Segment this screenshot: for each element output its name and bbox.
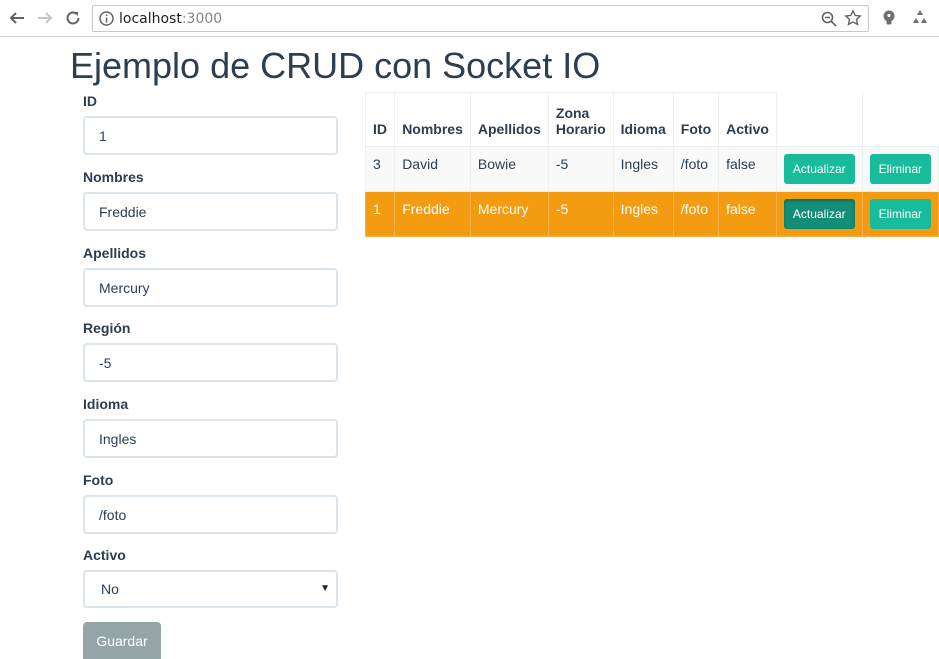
forward-button[interactable] — [33, 6, 57, 30]
guardar-button[interactable]: Guardar — [83, 622, 161, 659]
table-header-row: ID Nombres Apellidos Zona Horario Idioma… — [364, 92, 939, 147]
extension-recycle-icon[interactable] — [910, 8, 930, 28]
header-apellidos: Apellidos — [469, 92, 549, 147]
url-host: localhost — [119, 11, 182, 27]
id-label: ID — [83, 93, 97, 109]
back-arrow-icon — [9, 12, 24, 24]
dropdown-caret-icon: ▼ — [320, 583, 330, 594]
extension-bulb-icon[interactable] — [879, 8, 899, 28]
forward-arrow-icon — [38, 12, 53, 24]
cell-foto: /foto — [672, 191, 720, 237]
header-id: ID — [364, 92, 396, 147]
cell-activo: false — [718, 191, 777, 237]
cell-id: 3 — [364, 146, 396, 192]
bookmark-star-icon[interactable] — [844, 9, 862, 27]
reload-button[interactable] — [61, 6, 85, 30]
activo-label: Activo — [83, 547, 126, 563]
id-field[interactable]: 1 — [83, 116, 338, 155]
address-bar[interactable]: localhost:3000 — [92, 5, 869, 32]
header-idioma: Idioma — [612, 92, 674, 147]
cell-foto: /foto — [672, 146, 720, 192]
page-title: Ejemplo de CRUD con Socket IO — [70, 45, 601, 86]
cell-zona: -5 — [547, 191, 614, 237]
info-icon[interactable] — [98, 10, 115, 27]
foto-label: Foto — [83, 472, 114, 488]
idioma-label: Idioma — [83, 396, 129, 412]
reload-icon — [66, 11, 80, 25]
cell-update: Actualizar — [775, 146, 863, 192]
url-text: localhost:3000 — [119, 11, 222, 27]
browser-toolbar: localhost:3000 — [0, 0, 939, 37]
activo-selected-value: No — [101, 581, 119, 597]
header-actions-delete — [861, 92, 939, 147]
cell-idioma: Ingles — [612, 191, 674, 237]
cell-delete: Eliminar — [861, 146, 939, 192]
eliminar-button[interactable]: Eliminar — [869, 154, 931, 184]
idioma-field[interactable]: Ingles — [83, 419, 338, 458]
users-table: ID Nombres Apellidos Zona Horario Idioma… — [364, 92, 939, 237]
region-label: Región — [83, 320, 131, 336]
cell-update: Actualizar — [775, 191, 863, 237]
cell-nombres: Freddie — [394, 191, 471, 237]
foto-field[interactable]: /foto — [83, 495, 338, 534]
cell-activo: false — [718, 146, 777, 192]
nombres-field[interactable]: Freddie — [83, 192, 338, 231]
header-zona-horario: Zona Horario — [547, 92, 614, 147]
cell-nombres: David — [394, 146, 471, 192]
eliminar-button[interactable]: Eliminar — [869, 199, 931, 229]
actualizar-button[interactable]: Actualizar — [783, 154, 855, 184]
header-nombres: Nombres — [394, 92, 471, 147]
back-button[interactable] — [5, 6, 29, 30]
actualizar-button[interactable]: Actualizar — [783, 199, 855, 229]
activo-select[interactable]: No ▼ — [83, 570, 338, 608]
cell-id: 1 — [364, 191, 396, 237]
cell-idioma: Ingles — [612, 146, 674, 192]
header-activo: Activo — [718, 92, 777, 147]
apellidos-field[interactable]: Mercury — [83, 268, 338, 307]
header-foto: Foto — [672, 92, 720, 147]
cell-delete: Eliminar — [861, 191, 939, 237]
url-port: :3000 — [181, 11, 223, 27]
region-field[interactable]: -5 — [83, 343, 338, 382]
zoom-icon[interactable] — [820, 10, 838, 28]
apellidos-label: Apellidos — [83, 245, 147, 261]
cell-apellidos: Bowie — [469, 146, 549, 192]
cell-zona: -5 — [547, 146, 614, 192]
cell-apellidos: Mercury — [469, 191, 549, 237]
table-row: 3 David Bowie -5 Ingles /foto false Actu… — [364, 146, 939, 192]
table-row-selected: 1 Freddie Mercury -5 Ingles /foto false … — [364, 191, 939, 237]
header-actions-update — [775, 92, 863, 147]
nombres-label: Nombres — [83, 169, 144, 185]
